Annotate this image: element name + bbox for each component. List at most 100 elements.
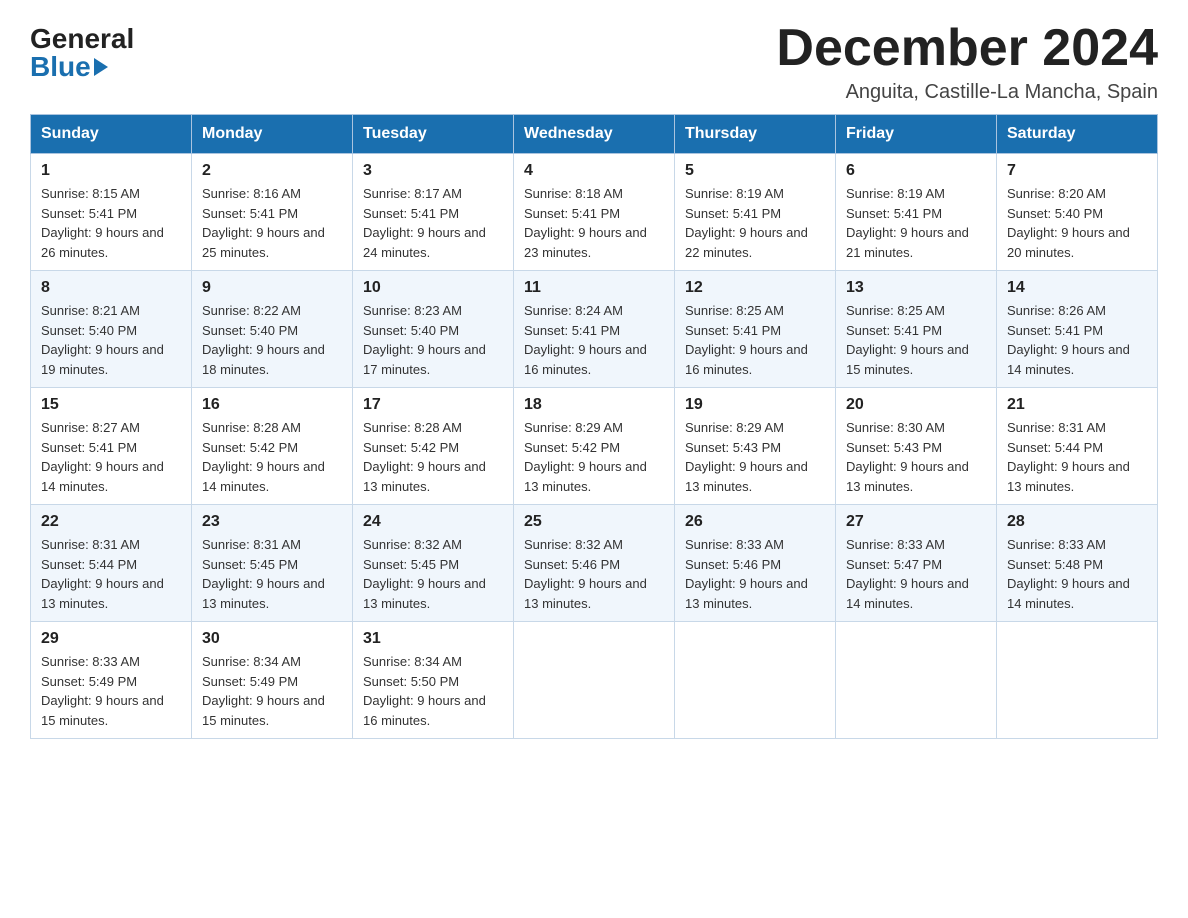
calendar-cell: 13 Sunrise: 8:25 AMSunset: 5:41 PMDaylig… [836,271,997,388]
weekday-header-thursday: Thursday [675,115,836,154]
weekday-header-tuesday: Tuesday [353,115,514,154]
calendar-cell: 8 Sunrise: 8:21 AMSunset: 5:40 PMDayligh… [31,271,192,388]
day-number: 24 [363,513,503,531]
day-number: 23 [202,513,342,531]
weekday-header-saturday: Saturday [997,115,1158,154]
calendar-cell [675,622,836,739]
day-info: Sunrise: 8:26 AMSunset: 5:41 PMDaylight:… [1007,303,1130,377]
calendar-week-row: 29 Sunrise: 8:33 AMSunset: 5:49 PMDaylig… [31,622,1158,739]
day-info: Sunrise: 8:32 AMSunset: 5:45 PMDaylight:… [363,537,486,611]
day-info: Sunrise: 8:30 AMSunset: 5:43 PMDaylight:… [846,420,969,494]
day-info: Sunrise: 8:17 AMSunset: 5:41 PMDaylight:… [363,186,486,260]
calendar-cell [514,622,675,739]
day-info: Sunrise: 8:27 AMSunset: 5:41 PMDaylight:… [41,420,164,494]
day-info: Sunrise: 8:33 AMSunset: 5:47 PMDaylight:… [846,537,969,611]
day-info: Sunrise: 8:18 AMSunset: 5:41 PMDaylight:… [524,186,647,260]
day-number: 20 [846,396,986,414]
day-number: 18 [524,396,664,414]
day-number: 15 [41,396,181,414]
day-info: Sunrise: 8:34 AMSunset: 5:49 PMDaylight:… [202,654,325,728]
day-number: 3 [363,162,503,180]
day-info: Sunrise: 8:34 AMSunset: 5:50 PMDaylight:… [363,654,486,728]
day-number: 2 [202,162,342,180]
day-number: 21 [1007,396,1147,414]
calendar-cell: 21 Sunrise: 8:31 AMSunset: 5:44 PMDaylig… [997,388,1158,505]
day-info: Sunrise: 8:21 AMSunset: 5:40 PMDaylight:… [41,303,164,377]
day-number: 25 [524,513,664,531]
day-info: Sunrise: 8:25 AMSunset: 5:41 PMDaylight:… [846,303,969,377]
day-number: 5 [685,162,825,180]
calendar-cell: 23 Sunrise: 8:31 AMSunset: 5:45 PMDaylig… [192,505,353,622]
page-header: General Blue December 2024 Anguita, Cast… [30,20,1158,104]
calendar-cell [836,622,997,739]
day-number: 31 [363,630,503,648]
day-number: 11 [524,279,664,297]
day-number: 7 [1007,162,1147,180]
calendar-week-row: 8 Sunrise: 8:21 AMSunset: 5:40 PMDayligh… [31,271,1158,388]
day-info: Sunrise: 8:33 AMSunset: 5:46 PMDaylight:… [685,537,808,611]
day-info: Sunrise: 8:32 AMSunset: 5:46 PMDaylight:… [524,537,647,611]
weekday-header-friday: Friday [836,115,997,154]
day-number: 30 [202,630,342,648]
day-number: 29 [41,630,181,648]
calendar-cell: 31 Sunrise: 8:34 AMSunset: 5:50 PMDaylig… [353,622,514,739]
calendar-cell: 14 Sunrise: 8:26 AMSunset: 5:41 PMDaylig… [997,271,1158,388]
calendar-cell: 28 Sunrise: 8:33 AMSunset: 5:48 PMDaylig… [997,505,1158,622]
calendar-cell: 9 Sunrise: 8:22 AMSunset: 5:40 PMDayligh… [192,271,353,388]
day-info: Sunrise: 8:29 AMSunset: 5:43 PMDaylight:… [685,420,808,494]
calendar-cell: 25 Sunrise: 8:32 AMSunset: 5:46 PMDaylig… [514,505,675,622]
calendar-week-row: 15 Sunrise: 8:27 AMSunset: 5:41 PMDaylig… [31,388,1158,505]
day-number: 12 [685,279,825,297]
calendar-cell: 1 Sunrise: 8:15 AMSunset: 5:41 PMDayligh… [31,154,192,271]
day-number: 13 [846,279,986,297]
calendar-table: SundayMondayTuesdayWednesdayThursdayFrid… [30,114,1158,739]
day-info: Sunrise: 8:19 AMSunset: 5:41 PMDaylight:… [685,186,808,260]
day-number: 17 [363,396,503,414]
weekday-header-row: SundayMondayTuesdayWednesdayThursdayFrid… [31,115,1158,154]
calendar-cell: 15 Sunrise: 8:27 AMSunset: 5:41 PMDaylig… [31,388,192,505]
day-number: 8 [41,279,181,297]
month-title: December 2024 [776,20,1158,77]
calendar-cell: 26 Sunrise: 8:33 AMSunset: 5:46 PMDaylig… [675,505,836,622]
weekday-header-monday: Monday [192,115,353,154]
calendar-cell: 16 Sunrise: 8:28 AMSunset: 5:42 PMDaylig… [192,388,353,505]
day-number: 14 [1007,279,1147,297]
calendar-cell: 7 Sunrise: 8:20 AMSunset: 5:40 PMDayligh… [997,154,1158,271]
day-number: 9 [202,279,342,297]
day-number: 4 [524,162,664,180]
calendar-cell: 18 Sunrise: 8:29 AMSunset: 5:42 PMDaylig… [514,388,675,505]
day-info: Sunrise: 8:25 AMSunset: 5:41 PMDaylight:… [685,303,808,377]
day-number: 6 [846,162,986,180]
day-number: 16 [202,396,342,414]
day-info: Sunrise: 8:28 AMSunset: 5:42 PMDaylight:… [363,420,486,494]
day-info: Sunrise: 8:29 AMSunset: 5:42 PMDaylight:… [524,420,647,494]
calendar-cell: 6 Sunrise: 8:19 AMSunset: 5:41 PMDayligh… [836,154,997,271]
calendar-week-row: 22 Sunrise: 8:31 AMSunset: 5:44 PMDaylig… [31,505,1158,622]
day-info: Sunrise: 8:22 AMSunset: 5:40 PMDaylight:… [202,303,325,377]
calendar-cell: 22 Sunrise: 8:31 AMSunset: 5:44 PMDaylig… [31,505,192,622]
calendar-cell: 20 Sunrise: 8:30 AMSunset: 5:43 PMDaylig… [836,388,997,505]
day-info: Sunrise: 8:28 AMSunset: 5:42 PMDaylight:… [202,420,325,494]
day-number: 26 [685,513,825,531]
calendar-cell: 17 Sunrise: 8:28 AMSunset: 5:42 PMDaylig… [353,388,514,505]
calendar-cell: 2 Sunrise: 8:16 AMSunset: 5:41 PMDayligh… [192,154,353,271]
calendar-cell: 30 Sunrise: 8:34 AMSunset: 5:49 PMDaylig… [192,622,353,739]
calendar-cell: 27 Sunrise: 8:33 AMSunset: 5:47 PMDaylig… [836,505,997,622]
day-number: 10 [363,279,503,297]
day-info: Sunrise: 8:31 AMSunset: 5:44 PMDaylight:… [41,537,164,611]
weekday-header-wednesday: Wednesday [514,115,675,154]
calendar-cell: 11 Sunrise: 8:24 AMSunset: 5:41 PMDaylig… [514,271,675,388]
calendar-cell: 10 Sunrise: 8:23 AMSunset: 5:40 PMDaylig… [353,271,514,388]
calendar-week-row: 1 Sunrise: 8:15 AMSunset: 5:41 PMDayligh… [31,154,1158,271]
day-number: 28 [1007,513,1147,531]
day-number: 22 [41,513,181,531]
day-info: Sunrise: 8:31 AMSunset: 5:44 PMDaylight:… [1007,420,1130,494]
day-info: Sunrise: 8:23 AMSunset: 5:40 PMDaylight:… [363,303,486,377]
calendar-cell: 24 Sunrise: 8:32 AMSunset: 5:45 PMDaylig… [353,505,514,622]
day-info: Sunrise: 8:15 AMSunset: 5:41 PMDaylight:… [41,186,164,260]
logo-blue-text: Blue [30,53,108,81]
day-info: Sunrise: 8:31 AMSunset: 5:45 PMDaylight:… [202,537,325,611]
day-number: 1 [41,162,181,180]
day-number: 27 [846,513,986,531]
logo: General Blue [30,20,134,81]
